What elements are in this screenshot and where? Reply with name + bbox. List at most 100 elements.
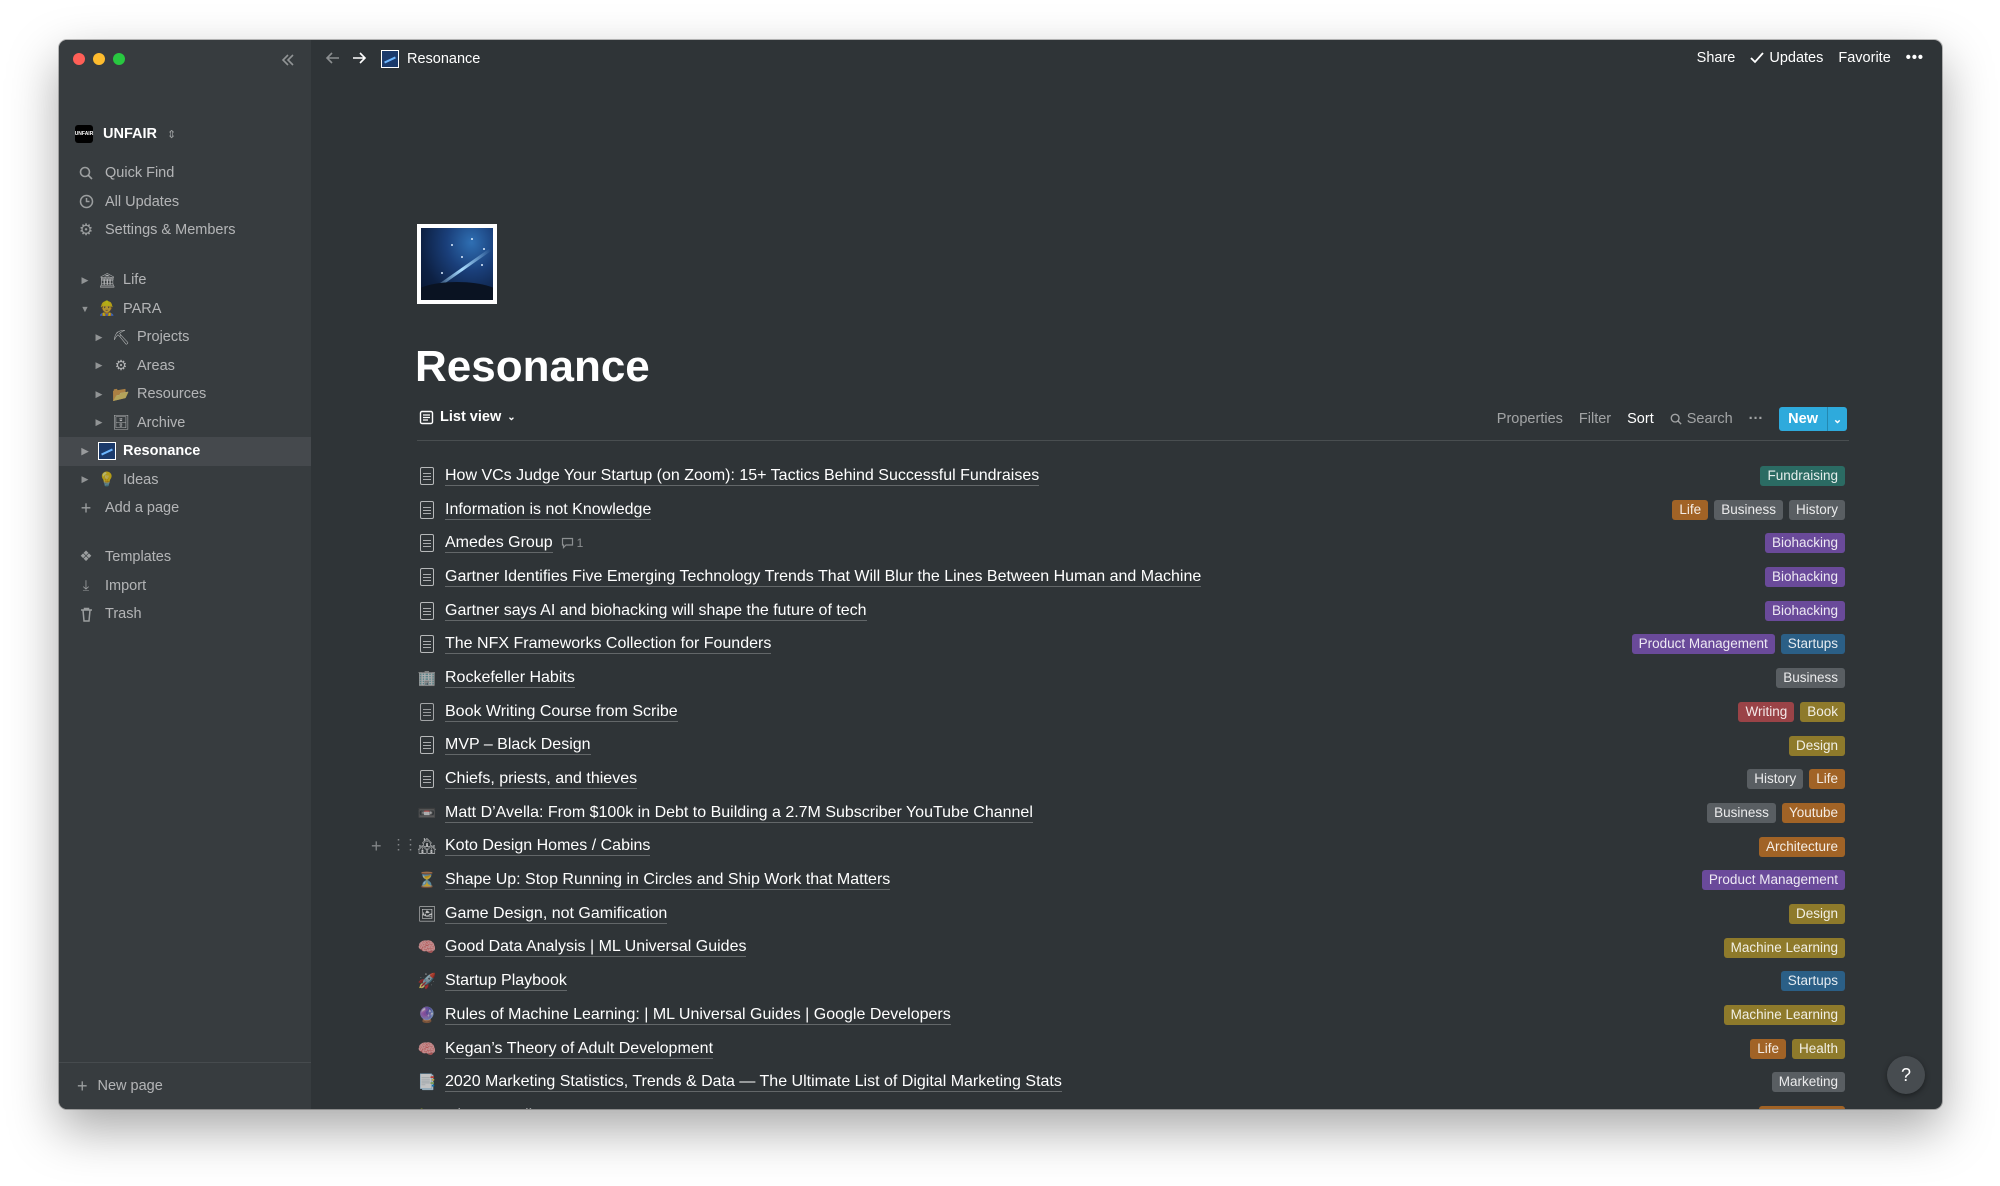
list-item[interactable]: Information is not Knowledge Life Business… <box>417 493 1849 527</box>
sidebar-item-areas[interactable]: ▶ ⚙ Areas <box>59 352 311 381</box>
list-item[interactable]: 🧠 Good Data Analysis | ML Universal Guide… <box>417 931 1849 965</box>
list-item-title[interactable]: Good Data Analysis | ML Universal Guides <box>445 937 747 958</box>
back-arrow-icon[interactable] <box>325 50 341 66</box>
help-button[interactable]: ? <box>1887 1056 1925 1094</box>
list-item[interactable]: 🏢 Rockefeller Habits Business <box>417 661 1849 695</box>
search-button[interactable]: Search <box>1670 411 1733 427</box>
page-title[interactable]: Resonance <box>415 342 650 392</box>
share-button[interactable]: Share <box>1697 50 1736 66</box>
list-item[interactable]: 📑 2020 Marketing Statistics, Trends & Dat… <box>417 1065 1849 1099</box>
list-item[interactable]: Gartner Identifies Five Emerging Technol… <box>417 560 1849 594</box>
list-item-title[interactable]: Chiefs, priests, and thieves <box>445 769 638 790</box>
tag-list: Biohacking <box>1764 567 1845 588</box>
sidebar-item-archive[interactable]: ▶ 🗄 Archive <box>59 409 311 438</box>
collapse-triangle-icon[interactable]: ▼ <box>79 304 91 314</box>
page-icon-starry-sky[interactable] <box>417 224 497 304</box>
sidebar-item-resonance[interactable]: ▶ Resonance <box>59 437 311 466</box>
templates-icon: ❖ <box>79 549 93 566</box>
list-item-title[interactable]: Gartner says AI and biohacking will shap… <box>445 601 867 621</box>
new-page-button[interactable]: + New page <box>59 1062 311 1109</box>
sort-button[interactable]: Sort <box>1627 411 1654 427</box>
collapse-sidebar-icon[interactable] <box>277 49 299 71</box>
forward-arrow-icon[interactable] <box>351 50 367 66</box>
sidebar-item-ideas[interactable]: ▶ 💡 Ideas <box>59 466 311 495</box>
chevron-down-icon[interactable]: ⌄ <box>1827 407 1847 431</box>
list-item-title[interactable]: Book Writing Course from Scribe <box>445 702 678 722</box>
list-item-title[interactable]: 2020 Marketing Statistics, Trends & Data… <box>445 1072 1062 1093</box>
list-item-title[interactable]: Matt D’Avella: From $100k in Debt to Bui… <box>445 803 1033 823</box>
list-item-title[interactable]: Rules of Machine Learning: | ML Universa… <box>445 1005 951 1025</box>
list-item[interactable]: Gartner says AI and biohacking will shap… <box>417 594 1849 628</box>
list-item-title[interactable]: Amedes Group <box>445 533 553 554</box>
list-item[interactable]: The NFX Frameworks Collection for Founde… <box>417 627 1849 661</box>
properties-button[interactable]: Properties <box>1497 411 1563 427</box>
list-item-title[interactable]: Game Design, not Gamification <box>445 904 668 924</box>
add-page-button[interactable]: + Add a page <box>59 494 311 523</box>
list-item-title[interactable]: Olson Kundig <box>445 1106 541 1109</box>
sidebar: UNFAIR UNFAIR ⇕ Quick Find All Updates ⚙… <box>59 40 311 1109</box>
list-item[interactable]: 🖼 Game Design, not Gamification Design <box>417 897 1849 931</box>
list-item[interactable]: + ⋮⋮ 🏘 Koto Design Homes / Cabins Architectu… <box>371 830 1849 864</box>
more-icon[interactable]: ··· <box>1749 411 1764 427</box>
import-item[interactable]: ⤓ Import <box>59 572 311 601</box>
more-options-icon[interactable]: ••• <box>1906 50 1924 66</box>
list-item-title[interactable]: Kegan’s Theory of Adult Development <box>445 1039 714 1059</box>
list-item[interactable]: Chiefs, priests, and thieves History Life <box>417 762 1849 796</box>
list-item[interactable]: 🧠 Kegan’s Theory of Adult Development Life… <box>417 1032 1849 1066</box>
view-switcher[interactable]: List view ⌄ <box>419 409 516 425</box>
list-item[interactable]: 🔮 Rules of Machine Learning: | ML Univers… <box>417 998 1849 1032</box>
quick-find-item[interactable]: Quick Find <box>59 159 311 188</box>
expand-triangle-icon[interactable]: ▶ <box>93 360 105 371</box>
list-item[interactable]: How VCs Judge Your Startup (on Zoom): 15… <box>417 459 1849 493</box>
tag-badge: Book <box>1800 701 1845 722</box>
list-item-title[interactable]: Koto Design Homes / Cabins <box>445 836 651 857</box>
expand-triangle-icon[interactable]: ▶ <box>93 389 105 400</box>
tag-badge: Design <box>1788 903 1845 924</box>
breadcrumb[interactable]: Resonance <box>381 50 480 68</box>
expand-triangle-icon[interactable]: ▶ <box>93 332 105 343</box>
list-item[interactable]: ⏳ Shape Up: Stop Running in Circles and S… <box>417 863 1849 897</box>
settings-item[interactable]: ⚙ Settings & Members <box>59 216 311 245</box>
list-item-title[interactable]: Information is not Knowledge <box>445 500 652 520</box>
updates-button[interactable]: Updates <box>1750 50 1823 66</box>
list-item-title[interactable]: Shape Up: Stop Running in Circles and Sh… <box>445 870 891 891</box>
expand-triangle-icon[interactable]: ▶ <box>79 275 91 286</box>
comment-count[interactable]: 1 <box>561 536 583 550</box>
list-item-title[interactable]: Rockefeller Habits <box>445 668 575 688</box>
new-item-button[interactable]: New ⌄ <box>1779 407 1847 431</box>
add-row-icon[interactable]: + <box>371 836 382 857</box>
list-item[interactable]: Book Writing Course from Scribe Writing Bo… <box>417 695 1849 729</box>
list-item[interactable]: 📼 Matt D’Avella: From $100k in Debt to Bu… <box>417 796 1849 830</box>
expand-triangle-icon[interactable]: ▶ <box>79 446 91 457</box>
zoom-window-button[interactable] <box>113 53 125 65</box>
checkmark-icon <box>1750 52 1765 64</box>
search-icon <box>1670 413 1682 425</box>
filter-button[interactable]: Filter <box>1579 411 1611 427</box>
all-updates-item[interactable]: All Updates <box>59 188 311 217</box>
tag-badge: Startups <box>1780 634 1845 655</box>
list-item-title[interactable]: The NFX Frameworks Collection for Founde… <box>445 634 772 655</box>
list-item-title[interactable]: Gartner Identifies Five Emerging Technol… <box>445 567 1202 587</box>
expand-triangle-icon[interactable]: ▶ <box>79 474 91 485</box>
list-item-title[interactable]: Startup Playbook <box>445 971 567 992</box>
sidebar-item-para[interactable]: ▼ 👷 PARA <box>59 295 311 324</box>
document-icon <box>417 735 437 755</box>
sidebar-item-resources[interactable]: ▶ 📂 Resources <box>59 380 311 409</box>
list-item[interactable]: 🏡 Olson Kundig Architecture <box>417 1099 1849 1109</box>
tag-badge: Biohacking <box>1764 567 1845 588</box>
list-item[interactable]: MVP – Black Design Design <box>417 729 1849 763</box>
expand-triangle-icon[interactable]: ▶ <box>93 417 105 428</box>
minimize-window-button[interactable] <box>93 53 105 65</box>
close-window-button[interactable] <box>73 53 85 65</box>
workspace-switcher[interactable]: UNFAIR UNFAIR ⇕ <box>75 125 176 143</box>
list-item-title[interactable]: MVP – Black Design <box>445 735 591 756</box>
list-item[interactable]: 🚀 Startup Playbook Startups <box>417 964 1849 998</box>
trash-item[interactable]: Trash <box>59 600 311 629</box>
drag-handle-icon[interactable]: ⋮⋮ <box>392 836 418 857</box>
sidebar-item-projects[interactable]: ▶ ⛏ Projects <box>59 323 311 352</box>
templates-item[interactable]: ❖ Templates <box>59 543 311 572</box>
list-item[interactable]: Amedes Group 1 Biohacking <box>417 526 1849 560</box>
favorite-button[interactable]: Favorite <box>1838 50 1890 66</box>
list-item-title[interactable]: How VCs Judge Your Startup (on Zoom): 15… <box>445 466 1040 486</box>
sidebar-item-life[interactable]: ▶ 🏛 Life <box>59 266 311 295</box>
